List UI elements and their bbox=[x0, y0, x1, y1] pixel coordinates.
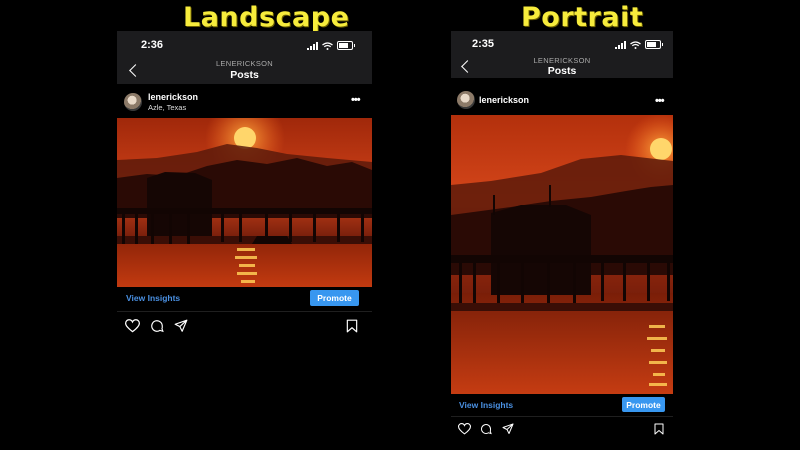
share-icon[interactable] bbox=[502, 423, 514, 435]
nav-header: 2:36 LENERICKSON Posts bbox=[117, 31, 372, 84]
nav-account: LENERICKSON bbox=[215, 59, 274, 68]
wifi-icon bbox=[322, 41, 333, 50]
avatar[interactable] bbox=[457, 91, 475, 109]
signal-icon bbox=[307, 41, 318, 50]
avatar[interactable] bbox=[124, 93, 142, 111]
bookmark-icon[interactable] bbox=[346, 319, 358, 333]
battery-icon bbox=[337, 41, 355, 50]
page-title: Posts bbox=[230, 69, 259, 81]
view-insights-link[interactable]: View Insights bbox=[459, 400, 513, 410]
post-photo[interactable] bbox=[451, 115, 673, 394]
battery-icon bbox=[645, 40, 663, 49]
divider bbox=[117, 311, 372, 312]
more-options-icon[interactable]: ••• bbox=[655, 95, 665, 107]
page-title: Posts bbox=[547, 65, 577, 77]
portrait-phone: 2:35 LENERICKSON Posts lenerickson ••• V… bbox=[451, 31, 673, 442]
view-insights-link[interactable]: View Insights bbox=[126, 293, 180, 303]
landscape-phone: 2:36 LENERICKSON Posts lenerickson Azle,… bbox=[117, 31, 372, 350]
share-icon[interactable] bbox=[174, 319, 188, 333]
comment-icon[interactable] bbox=[150, 319, 164, 333]
promote-button[interactable]: Promote bbox=[310, 290, 359, 306]
divider bbox=[451, 416, 673, 417]
status-icons bbox=[307, 41, 355, 50]
portrait-caption: Portrait bbox=[521, 2, 644, 33]
like-heart-icon[interactable] bbox=[458, 423, 471, 435]
post-username[interactable]: lenerickson bbox=[148, 92, 198, 102]
signal-icon bbox=[615, 40, 626, 49]
wifi-icon bbox=[630, 40, 641, 49]
like-heart-icon[interactable] bbox=[125, 319, 140, 333]
nav-account: LENERICKSON bbox=[533, 56, 591, 65]
status-time: 2:35 bbox=[472, 38, 495, 50]
more-options-icon[interactable]: ••• bbox=[351, 94, 361, 106]
bookmark-icon[interactable] bbox=[654, 423, 664, 435]
nav-header: 2:35 LENERICKSON Posts bbox=[451, 31, 673, 78]
status-time: 2:36 bbox=[141, 39, 164, 51]
comment-icon[interactable] bbox=[480, 423, 492, 435]
post-photo[interactable] bbox=[117, 118, 372, 287]
post-username[interactable]: lenerickson bbox=[479, 95, 529, 105]
landscape-caption: Landscape bbox=[183, 2, 350, 33]
post-location[interactable]: Azle, Texas bbox=[148, 103, 186, 112]
promote-button[interactable]: Promote bbox=[622, 397, 665, 412]
status-icons bbox=[615, 40, 663, 49]
